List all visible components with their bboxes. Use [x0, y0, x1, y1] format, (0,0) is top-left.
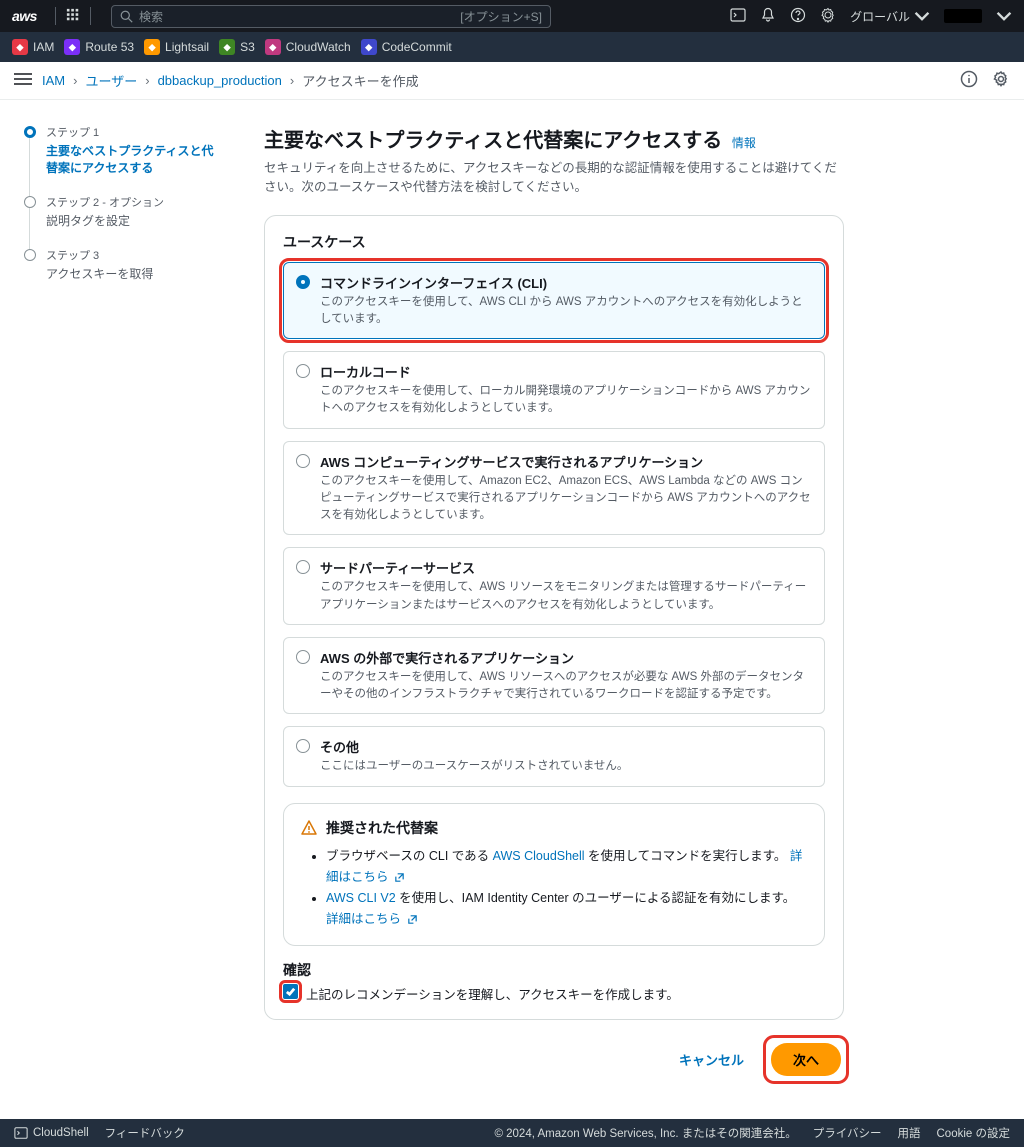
link-more-2[interactable]: 詳細はこちら	[326, 912, 418, 926]
next-button[interactable]: 次へ	[771, 1043, 841, 1076]
alt-bullet-2: AWS CLI V2 を使用し、IAM Identity Center のユーザ…	[326, 888, 808, 931]
page-sub: セキュリティを向上させるために、アクセスキーなどの長期的な認証情報を使用すること…	[264, 159, 844, 197]
bc-iam[interactable]: IAM	[42, 73, 65, 88]
alt-bullet-1: ブラウザベースの CLI である AWS CloudShell を使用してコマン…	[326, 846, 808, 889]
account-menu[interactable]	[944, 9, 982, 23]
usecase-title: ユースケース	[283, 232, 825, 252]
service-codecommit[interactable]: ◆CodeCommit	[361, 39, 452, 55]
info-icon[interactable]	[960, 70, 978, 91]
main-content: 主要なベストプラクティスと代替案にアクセスする 情報 セキュリティを向上させるた…	[264, 124, 844, 1079]
region-selector[interactable]: グローバル	[850, 8, 930, 25]
search-placeholder: 検索	[139, 8, 460, 25]
apps-icon[interactable]	[66, 8, 80, 25]
radio-icon	[296, 275, 310, 289]
footer-privacy[interactable]: プライバシー	[813, 1125, 882, 1141]
link-cloudshell[interactable]: AWS CloudShell	[493, 849, 585, 863]
option-localcode[interactable]: ローカルコードこのアクセスキーを使用して、ローカル開発環境のアプリケーションコー…	[283, 351, 825, 429]
service-bar: ◆IAM ◆Route 53 ◆Lightsail ◆S3 ◆CloudWatc…	[0, 32, 1024, 62]
breadcrumb: IAM› ユーザー› dbbackup_production› アクセスキーを作…	[42, 71, 419, 90]
usecase-panel: ユースケース コマンドラインインターフェイス (CLI)このアクセスキーを使用し…	[264, 215, 844, 1020]
step-2: ステップ 2 - オプション 説明タグを設定	[24, 194, 224, 243]
radio-icon	[296, 560, 310, 574]
service-iam[interactable]: ◆IAM	[12, 39, 54, 55]
radio-icon	[296, 739, 310, 753]
step-1[interactable]: ステップ 1 主要なベストプラクティスと代替案にアクセスする	[24, 124, 224, 190]
footer-cookie[interactable]: Cookie の設定	[937, 1125, 1011, 1141]
gear-icon[interactable]	[820, 7, 836, 26]
settings-gear-icon[interactable]	[992, 70, 1010, 91]
footer-feedback[interactable]: フィードバック	[105, 1125, 185, 1141]
help-icon[interactable]	[790, 7, 806, 26]
bc-current: アクセスキーを作成	[302, 71, 418, 90]
stepper: ステップ 1 主要なベストプラクティスと代替案にアクセスする ステップ 2 - …	[24, 124, 224, 1079]
option-compute[interactable]: AWS コンピューティングサービスで実行されるアプリケーションこのアクセスキーを…	[283, 441, 825, 536]
warning-icon	[300, 819, 318, 837]
footer: CloudShell フィードバック © 2024, Amazon Web Se…	[0, 1119, 1024, 1147]
footer-copyright: © 2024, Amazon Web Services, Inc. またはその関…	[494, 1125, 796, 1141]
option-other[interactable]: その他ここにはユーザーのユースケースがリストされていません。	[283, 726, 825, 786]
option-external[interactable]: AWS の外部で実行されるアプリケーションこのアクセスキーを使用して、AWS リ…	[283, 637, 825, 715]
top-nav: aws 検索 [オプション+S] グローバル	[0, 0, 1024, 32]
chevron-down-icon[interactable]	[996, 8, 1012, 24]
breadcrumb-row: IAM› ユーザー› dbbackup_production› アクセスキーを作…	[0, 62, 1024, 100]
confirm-text: 上記のレコメンデーションを理解し、アクセスキーを作成します。	[306, 984, 679, 1003]
search-input[interactable]: 検索 [オプション+S]	[111, 5, 551, 28]
option-thirdparty[interactable]: サードパーティーサービスこのアクセスキーを使用して、AWS リソースをモニタリン…	[283, 547, 825, 625]
info-link[interactable]: 情報	[732, 136, 756, 150]
search-hint: [オプション+S]	[460, 8, 542, 25]
cancel-button[interactable]: キャンセル	[667, 1044, 756, 1075]
radio-icon	[296, 454, 310, 468]
link-cliv2[interactable]: AWS CLI V2	[326, 891, 396, 905]
footer-cloudshell[interactable]: CloudShell	[14, 1126, 89, 1140]
radio-icon	[296, 650, 310, 664]
footer-terms[interactable]: 用語	[898, 1125, 921, 1141]
terminal-icon[interactable]	[730, 7, 746, 26]
external-icon	[394, 872, 405, 883]
step-3: ステップ 3 アクセスキーを取得	[24, 247, 224, 296]
confirm-checkbox[interactable]	[283, 984, 298, 999]
hamburger-icon[interactable]	[14, 72, 32, 89]
bc-users[interactable]: ユーザー	[85, 71, 137, 90]
bc-user[interactable]: dbbackup_production	[158, 73, 282, 88]
next-highlight: 次へ	[768, 1040, 844, 1079]
bell-icon[interactable]	[760, 7, 776, 26]
divider	[90, 7, 91, 25]
external-icon	[407, 914, 418, 925]
service-cloudwatch[interactable]: ◆CloudWatch	[265, 39, 351, 55]
confirm-label: 確認	[283, 960, 825, 980]
page-title: 主要なベストプラクティスと代替案にアクセスする	[264, 130, 722, 152]
service-route53[interactable]: ◆Route 53	[64, 39, 134, 55]
option-cli[interactable]: コマンドラインインターフェイス (CLI)このアクセスキーを使用して、AWS C…	[283, 262, 825, 340]
aws-logo[interactable]: aws	[12, 8, 37, 24]
radio-icon	[296, 364, 310, 378]
service-lightsail[interactable]: ◆Lightsail	[144, 39, 209, 55]
alert-alternatives: 推奨された代替案 ブラウザベースの CLI である AWS CloudShell…	[283, 803, 825, 946]
service-s3[interactable]: ◆S3	[219, 39, 255, 55]
divider	[55, 7, 56, 25]
